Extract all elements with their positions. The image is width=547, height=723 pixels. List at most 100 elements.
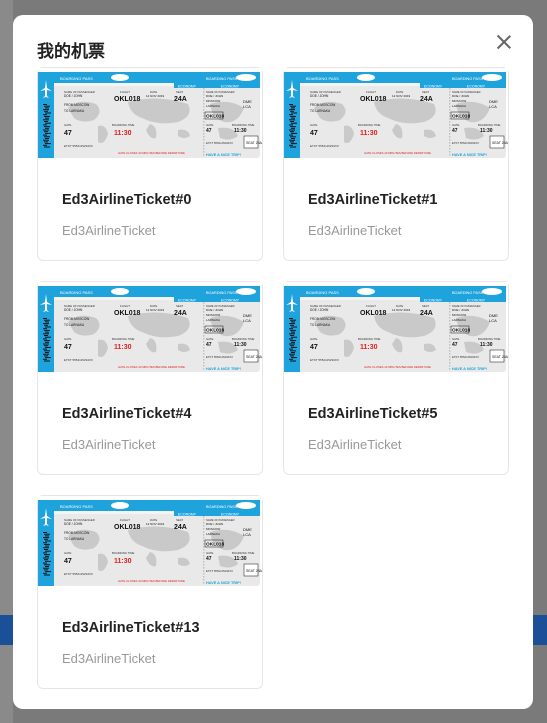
svg-text:OKL018: OKL018: [114, 524, 141, 531]
svg-text:SEAT: SEAT: [176, 518, 183, 522]
svg-text:47: 47: [64, 558, 72, 565]
svg-text:TO LARNAKA: TO LARNAKA: [310, 109, 331, 113]
svg-text:47: 47: [452, 342, 458, 348]
svg-text:ETKT 5552115294XX: ETKT 5552115294XX: [310, 144, 339, 148]
svg-text:GATE: GATE: [64, 123, 72, 127]
svg-text:ECONOMY: ECONOMY: [424, 85, 443, 89]
ticket-subtitle: Ed3AirlineTicket: [62, 437, 156, 452]
svg-text:24A: 24A: [420, 310, 433, 317]
svg-text:MOSCOW: MOSCOW: [452, 99, 466, 103]
ticket-card[interactable]: BOARDING PASS BOARDING PASS ECONOMY ECONOMY…: [37, 67, 263, 261]
svg-text:SEAT 24A: SEAT 24A: [246, 355, 262, 359]
svg-text:FROM MOSCOW: FROM MOSCOW: [64, 103, 89, 107]
ticket-card[interactable]: BOARDING PASS BOARDING PASS ECONOMY ECONOMY…: [37, 281, 263, 475]
svg-text:24A: 24A: [174, 310, 187, 317]
svg-text:BOARDING TIME: BOARDING TIME: [232, 551, 254, 555]
svg-text:SEAT: SEAT: [176, 304, 183, 308]
svg-text:ETKT 5552115294XX: ETKT 5552115294XX: [206, 141, 233, 145]
svg-text:FROM MOSCOW: FROM MOSCOW: [310, 103, 335, 107]
svg-text:GATE: GATE: [206, 123, 214, 127]
svg-text:11:30: 11:30: [234, 342, 247, 348]
svg-text:47: 47: [206, 128, 212, 134]
svg-text:SEAT 24A: SEAT 24A: [492, 141, 508, 145]
svg-text:DOE / JOHN: DOE / JOHN: [64, 308, 83, 312]
svg-text:HAVE A NICE TRIP!: HAVE A NICE TRIP!: [206, 367, 241, 371]
ticket-card[interactable]: BOARDING PASS BOARDING PASS ECONOMY ECONOMY…: [283, 281, 509, 475]
svg-text:SEAT 24A: SEAT 24A: [246, 141, 262, 145]
svg-text:ETKT 5552115294XX: ETKT 5552115294XX: [64, 572, 93, 576]
svg-text:11:30: 11:30: [360, 344, 378, 351]
ticket-title: Ed3AirlineTicket#13: [62, 620, 200, 636]
svg-text:ETKT 5552115294XX: ETKT 5552115294XX: [452, 355, 479, 359]
svg-text:ECONOMY: ECONOMY: [178, 299, 197, 303]
svg-text:LARNAKA: LARNAKA: [206, 318, 220, 322]
svg-text:DOE / JOHN: DOE / JOHN: [64, 94, 83, 98]
close-icon[interactable]: [495, 33, 513, 51]
svg-text:ECONOMY: ECONOMY: [221, 299, 240, 303]
svg-text:11:30: 11:30: [234, 128, 247, 134]
boarding-pass-image: BOARDING PASS BOARDING PASS ECONOMY ECONOMY…: [284, 282, 508, 374]
svg-text:BOARDING PASS: BOARDING PASS: [60, 504, 93, 509]
svg-text:11:30: 11:30: [480, 128, 493, 134]
svg-text:12 NOV 2019: 12 NOV 2019: [146, 522, 165, 526]
svg-text:47: 47: [206, 556, 212, 562]
svg-text:12 NOV 2019: 12 NOV 2019: [392, 308, 411, 312]
svg-text:GATE: GATE: [452, 123, 460, 127]
backdrop-blue-bar-left: [0, 615, 13, 645]
svg-text:LCA: LCA: [489, 104, 497, 109]
svg-text:DOE / JOHN: DOE / JOHN: [452, 94, 469, 98]
svg-text:BOARDING PASS: BOARDING PASS: [60, 76, 93, 81]
ticket-title: Ed3AirlineTicket#0: [62, 192, 192, 208]
svg-text:ECONOMY: ECONOMY: [467, 299, 486, 303]
svg-text:24A: 24A: [420, 96, 433, 103]
svg-text:TO LARNAKA: TO LARNAKA: [64, 537, 85, 541]
svg-text:OKL018: OKL018: [360, 310, 387, 317]
svg-text:BOARDING TIME: BOARDING TIME: [232, 337, 254, 341]
svg-text:DOE / JOHN: DOE / JOHN: [452, 308, 469, 312]
ticket-card[interactable]: BOARDING PASS BOARDING PASS ECONOMY ECONOMY…: [37, 495, 263, 689]
svg-text:FLIGHT: FLIGHT: [120, 518, 130, 522]
ticket-card[interactable]: BOARDING PASS BOARDING PASS ECONOMY ECONOMY…: [283, 67, 509, 261]
svg-text:OKL018: OKL018: [452, 114, 470, 120]
svg-text:GATE: GATE: [64, 337, 72, 341]
svg-text:TO LARNAKA: TO LARNAKA: [310, 323, 331, 327]
ticket-title: Ed3AirlineTicket#5: [308, 406, 438, 422]
boarding-pass-image: BOARDING PASS BOARDING PASS ECONOMY ECONOMY…: [38, 496, 262, 588]
svg-text:MOSCOW: MOSCOW: [452, 313, 466, 317]
svg-text:TO LARNAKA: TO LARNAKA: [64, 323, 85, 327]
ticket-title: Ed3AirlineTicket#4: [62, 406, 192, 422]
svg-text:LCA: LCA: [243, 104, 251, 109]
svg-text:OKL018: OKL018: [360, 96, 387, 103]
svg-text:DOE / JOHN: DOE / JOHN: [206, 308, 223, 312]
svg-text:BOARDING TIME: BOARDING TIME: [112, 123, 134, 127]
svg-text:BOARDING TIME: BOARDING TIME: [358, 337, 380, 341]
svg-text:LARNAKA: LARNAKA: [452, 104, 466, 108]
ticket-subtitle: Ed3AirlineTicket: [62, 651, 156, 666]
svg-text:12 NOV 2019: 12 NOV 2019: [146, 94, 165, 98]
modal-title: 我的机票: [37, 42, 105, 61]
svg-text:LCA: LCA: [243, 318, 251, 323]
svg-text:SEAT 24A: SEAT 24A: [492, 355, 508, 359]
svg-text:47: 47: [206, 342, 212, 348]
svg-text:12 NOV 2019: 12 NOV 2019: [392, 94, 411, 98]
svg-text:BOARDING PASS: BOARDING PASS: [206, 77, 238, 81]
ticket-grid: BOARDING PASS BOARDING PASS ECONOMY ECONOMY…: [37, 67, 509, 689]
svg-text:ECONOMY: ECONOMY: [221, 513, 240, 517]
svg-text:GATE: GATE: [310, 337, 318, 341]
svg-text:11:30: 11:30: [360, 130, 378, 137]
svg-text:24A: 24A: [174, 524, 187, 531]
svg-text:BOARDING PASS: BOARDING PASS: [60, 290, 93, 295]
svg-text:LARNAKA: LARNAKA: [452, 318, 466, 322]
svg-text:OKL018: OKL018: [114, 310, 141, 317]
svg-text:BOARDING PASS: BOARDING PASS: [452, 77, 484, 81]
svg-text:47: 47: [310, 130, 318, 137]
svg-text:GATE CLOSES 40 MINUTES BEFORE: GATE CLOSES 40 MINUTES BEFORE DEPARTURE: [118, 579, 185, 583]
svg-text:ETKT 5552115294XX: ETKT 5552115294XX: [206, 569, 233, 573]
svg-text:TO LARNAKA: TO LARNAKA: [64, 109, 85, 113]
svg-text:LCA: LCA: [489, 318, 497, 323]
svg-text:GATE: GATE: [64, 551, 72, 555]
svg-text:DOE / JOHN: DOE / JOHN: [310, 94, 329, 98]
svg-text:24A: 24A: [174, 96, 187, 103]
svg-text:MOSCOW: MOSCOW: [206, 99, 220, 103]
svg-text:OKL018: OKL018: [206, 328, 224, 334]
